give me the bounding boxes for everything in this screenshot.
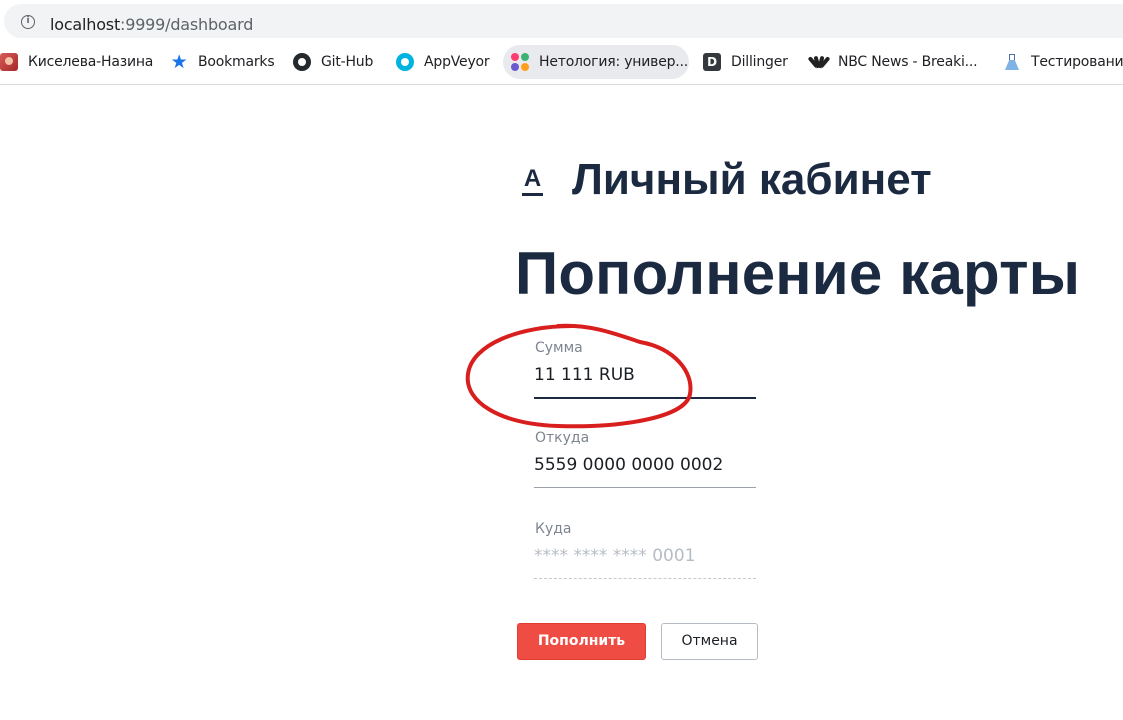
from-underline [534, 487, 756, 488]
to-underline [534, 578, 756, 579]
page-title: Личный кабинет [572, 155, 932, 204]
bookmark-appveyor[interactable]: AppVeyor [396, 45, 490, 79]
bookmarks-bar: Киселева-Назина ★ Bookmarks Git-Hub AppV… [0, 42, 1123, 85]
from-card-input[interactable] [534, 450, 756, 480]
bookmark-nbc-news[interactable]: NBC News - Breaki... [807, 45, 978, 79]
submit-transfer-button[interactable]: Пополнить [517, 623, 646, 660]
bookmark-label: Bookmarks [198, 54, 275, 70]
bookmark-kiseleva-nazina[interactable]: Киселева-Назина [0, 45, 153, 79]
bookmark-label: Тестирование [1031, 54, 1123, 70]
nbc-icon [807, 53, 831, 71]
info-icon[interactable]: i [21, 15, 35, 29]
bookmark-netology[interactable]: Нетология: универ... [503, 45, 689, 79]
avatar-icon [0, 53, 18, 71]
url-omnibox[interactable]: i localhost:9999/dashboard [4, 4, 1123, 38]
cancel-button[interactable]: Отмена [661, 623, 758, 660]
bookmark-label: Dillinger [731, 54, 788, 70]
bookmark-bookmarks[interactable]: ★ Bookmarks [170, 45, 275, 79]
url-text[interactable]: localhost:9999/dashboard [50, 15, 253, 35]
bank-logo[interactable]: А [522, 166, 543, 196]
bookmark-label: Нетология: универ... [539, 54, 689, 70]
github-icon [293, 53, 311, 71]
bookmark-label: Киселева-Назина [28, 54, 154, 70]
bookmark-label: Git-Hub [321, 54, 374, 70]
bookmark-label: NBC News - Breaki... [838, 54, 978, 70]
dillinger-icon: D [703, 53, 721, 71]
bookmark-label: AppVeyor [424, 54, 490, 70]
star-icon: ★ [170, 51, 188, 73]
bookmark-testing[interactable]: Тестирование [1003, 45, 1123, 79]
url-path: :9999/dashboard [120, 15, 254, 34]
appveyor-icon [396, 53, 414, 71]
flask-icon [1003, 53, 1021, 71]
to-card-input [534, 541, 756, 571]
netology-icon [511, 53, 529, 71]
to-label: Куда [535, 521, 572, 537]
url-host: localhost [50, 15, 121, 34]
page-heading: Пополнение карты [515, 240, 1081, 307]
red-annotation-circle [465, 323, 693, 429]
bookmark-github[interactable]: Git-Hub [293, 45, 373, 79]
browser-address-bar: i localhost:9999/dashboard [0, 0, 1123, 42]
bookmark-dillinger[interactable]: D Dillinger [703, 45, 788, 79]
